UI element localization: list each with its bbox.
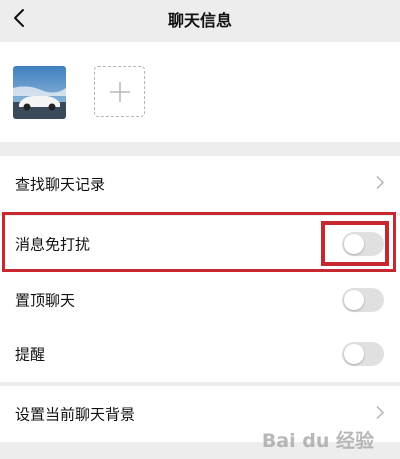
pin-chat-row: 置顶聊天 [0,272,400,328]
mute-notifications-row: 消息免打扰 [0,216,400,272]
remind-row: 提醒 [0,326,400,382]
pin-chat-label: 置顶聊天 [15,291,76,310]
remind-label: 提醒 [15,345,46,364]
chevron-right-icon [376,175,385,194]
toggle-knob [344,344,364,364]
mute-notifications-label: 消息免打扰 [15,235,91,254]
chat-background-label: 设置当前聊天背景 [15,405,136,424]
car-photo-icon [13,66,66,119]
page-title: 聊天信息 [167,11,232,30]
chevron-right-icon [376,405,385,424]
navigation-bar: 聊天信息 [0,0,400,40]
mute-notifications-toggle[interactable] [342,232,384,256]
toggle-knob [344,290,364,310]
member-avatar[interactable] [13,66,66,119]
search-history-row[interactable]: 查找聊天记录 [0,156,400,212]
search-history-label: 查找聊天记录 [15,175,106,194]
add-member-button[interactable] [94,66,145,117]
plus-icon [110,82,130,102]
member-section [0,42,400,142]
remind-toggle[interactable] [342,342,384,366]
pin-chat-toggle[interactable] [342,288,384,312]
toggle-knob [344,234,364,254]
chat-background-row[interactable]: 设置当前聊天背景 [0,386,400,442]
